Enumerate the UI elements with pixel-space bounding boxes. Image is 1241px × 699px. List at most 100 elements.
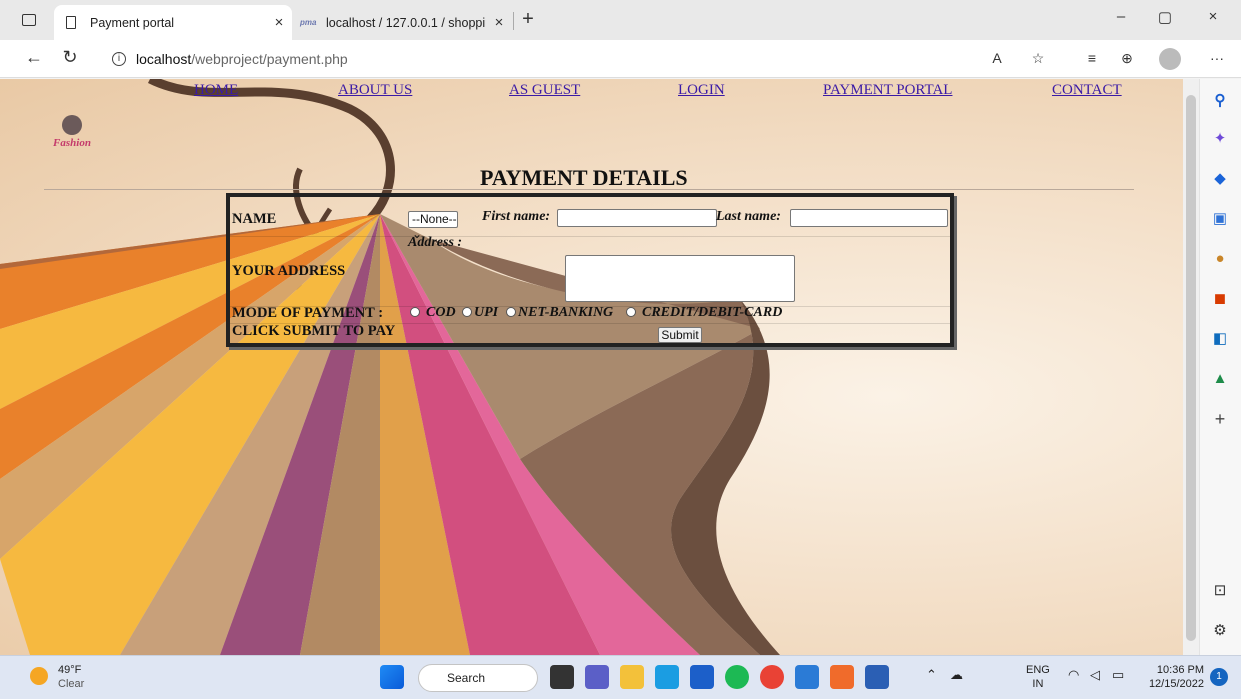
tab-actions-icon[interactable] bbox=[22, 14, 36, 26]
weather-moon-icon[interactable] bbox=[30, 667, 48, 685]
favorites-list-icon[interactable]: ≡ bbox=[1081, 50, 1103, 66]
address-bar[interactable]: i localhost/webproject/payment.php bbox=[100, 45, 1120, 73]
copilot-icon[interactable]: ✦ bbox=[1210, 129, 1230, 149]
divider bbox=[44, 189, 1134, 190]
close-tab-icon[interactable]: × bbox=[486, 14, 512, 31]
new-tab-button[interactable]: + bbox=[516, 8, 540, 32]
upi-label: UPI bbox=[474, 305, 499, 320]
taskbar: 49°F Clear Search ⌃ ☁ ENG IN ◠ ◁ ▭ 10:36… bbox=[0, 655, 1241, 699]
page-title: PAYMENT DETAILS bbox=[480, 165, 688, 190]
tab-payment-portal[interactable]: Payment portal × bbox=[54, 5, 292, 40]
task-view-icon[interactable] bbox=[550, 665, 574, 689]
nav-guest-link[interactable]: AS GUEST bbox=[509, 82, 580, 99]
start-button[interactable] bbox=[380, 665, 404, 689]
wifi-icon[interactable]: ◠ bbox=[1068, 668, 1079, 682]
language-code: ENG bbox=[1026, 664, 1050, 676]
clock[interactable]: 10:36 PM 12/15/2022 bbox=[1142, 663, 1204, 691]
submit-instruction: CLICK SUBMIT TO PAY bbox=[232, 323, 396, 339]
store-icon[interactable] bbox=[690, 665, 714, 689]
office-icon[interactable]: ◼ bbox=[1210, 289, 1230, 309]
nav-payment-link[interactable]: PAYMENT PORTAL bbox=[823, 82, 952, 99]
chrome-icon[interactable] bbox=[760, 665, 784, 689]
site-logo[interactable]: Fashion bbox=[48, 115, 96, 157]
more-menu-icon[interactable]: ··· bbox=[1206, 50, 1228, 66]
site-info-icon[interactable]: i bbox=[112, 52, 126, 66]
refresh-button[interactable]: ↻ bbox=[58, 47, 82, 68]
url-path: /webproject/payment.php bbox=[191, 51, 348, 67]
weather-widget[interactable]: 49°F Clear bbox=[58, 663, 84, 691]
title-select[interactable]: --None-- ⌄ bbox=[408, 211, 458, 241]
address-label: YOUR ADDRESS bbox=[232, 263, 346, 279]
settings-gear-icon[interactable]: ⚙ bbox=[1210, 621, 1230, 641]
minimize-button[interactable]: – bbox=[1106, 8, 1136, 25]
submit-button[interactable]: Submit bbox=[658, 327, 702, 343]
search-icon[interactable]: ⚲ bbox=[1210, 91, 1230, 111]
payment-form: NAME --None-- ⌄ First name: Last name: A… bbox=[226, 193, 954, 347]
notification-badge[interactable]: 1 bbox=[1210, 668, 1228, 686]
nav-login-link[interactable]: LOGIN bbox=[678, 82, 725, 99]
shopping-tag-icon[interactable]: ◆ bbox=[1210, 169, 1230, 189]
tab-title: Payment portal bbox=[90, 15, 175, 30]
tree-icon[interactable]: ▲ bbox=[1210, 369, 1230, 389]
upi-radio[interactable] bbox=[462, 307, 472, 317]
sidebar-toggle-icon[interactable]: ⊡ bbox=[1210, 581, 1230, 601]
tray-overflow-icon[interactable]: ⌃ bbox=[926, 668, 937, 682]
date: 12/15/2022 bbox=[1148, 678, 1204, 690]
edge-icon[interactable] bbox=[655, 665, 679, 689]
region-code: IN bbox=[1032, 678, 1044, 690]
read-aloud-icon[interactable]: A bbox=[986, 50, 1008, 66]
language-indicator[interactable]: ENG IN bbox=[1026, 663, 1050, 691]
name-label: NAME bbox=[232, 211, 277, 227]
nav-about-link[interactable]: ABOUT US bbox=[338, 82, 412, 99]
chat-icon[interactable] bbox=[585, 665, 609, 689]
card-label: CREDIT/DEBIT-CARD bbox=[642, 305, 783, 320]
cod-radio[interactable] bbox=[410, 307, 420, 317]
tab-strip: Payment portal × pma localhost / 127.0.0… bbox=[0, 0, 1241, 40]
battery-icon[interactable]: ▭ bbox=[1112, 668, 1124, 682]
scrollbar-thumb[interactable] bbox=[1186, 95, 1196, 641]
spotify-icon[interactable] bbox=[725, 665, 749, 689]
temperature: 49°F bbox=[58, 664, 82, 676]
last-name-input[interactable] bbox=[790, 209, 948, 227]
onedrive-icon[interactable]: ☁ bbox=[950, 668, 963, 682]
logo-brand: Fashion bbox=[53, 137, 91, 149]
add-icon[interactable]: + bbox=[1210, 409, 1230, 429]
favorite-icon[interactable]: ☆ bbox=[1027, 50, 1049, 67]
title-select-value: --None-- bbox=[412, 212, 457, 226]
profile-avatar[interactable] bbox=[1159, 48, 1181, 70]
close-tab-icon[interactable]: × bbox=[266, 14, 292, 31]
first-name-input[interactable] bbox=[557, 209, 717, 227]
file-explorer-icon[interactable] bbox=[620, 665, 644, 689]
address-field-label: Address : bbox=[408, 235, 463, 250]
edge-sidebar: ⚲ ✦ ◆ ▣ ● ◼ ◧ ▲ + ⊡ ⚙ bbox=[1199, 79, 1241, 655]
collections-icon[interactable]: ⊕ bbox=[1116, 50, 1138, 67]
vscode-icon[interactable] bbox=[795, 665, 819, 689]
word-icon[interactable] bbox=[865, 665, 889, 689]
card-radio[interactable] bbox=[626, 307, 636, 317]
tab-phpmyadmin[interactable]: pma localhost / 127.0.0.1 / shopping / × bbox=[292, 5, 512, 40]
page-icon bbox=[66, 16, 76, 29]
outlook-icon[interactable]: ◧ bbox=[1210, 329, 1230, 349]
taskbar-search-label: Search bbox=[447, 671, 486, 685]
close-window-button[interactable]: × bbox=[1198, 8, 1228, 25]
volume-icon[interactable]: ◁ bbox=[1090, 668, 1100, 682]
tools-icon[interactable]: ▣ bbox=[1210, 209, 1230, 229]
tab-divider bbox=[513, 12, 514, 30]
nav-home-link[interactable]: HOME bbox=[194, 82, 238, 99]
cod-label: COD bbox=[426, 305, 456, 320]
payment-mode-label: MODE OF PAYMENT : bbox=[232, 305, 384, 321]
first-name-label: First name: bbox=[482, 209, 551, 224]
net-banking-radio[interactable] bbox=[506, 307, 516, 317]
browser-toolbar: ← ↻ i localhost/webproject/payment.php A… bbox=[0, 40, 1241, 78]
back-button[interactable]: ← bbox=[22, 47, 46, 68]
last-name-label: Last name: bbox=[716, 209, 781, 224]
tab-title: localhost / 127.0.0.1 / shopping / bbox=[326, 15, 486, 30]
taskbar-search[interactable]: Search bbox=[418, 664, 538, 692]
address-textarea[interactable] bbox=[565, 255, 795, 302]
page-scrollbar[interactable] bbox=[1183, 79, 1199, 655]
xampp-icon[interactable] bbox=[830, 665, 854, 689]
games-icon[interactable]: ● bbox=[1210, 249, 1230, 269]
maximize-button[interactable]: ▢ bbox=[1150, 8, 1180, 26]
url-host: localhost bbox=[136, 51, 192, 67]
nav-contact-link[interactable]: CONTACT bbox=[1052, 82, 1122, 99]
